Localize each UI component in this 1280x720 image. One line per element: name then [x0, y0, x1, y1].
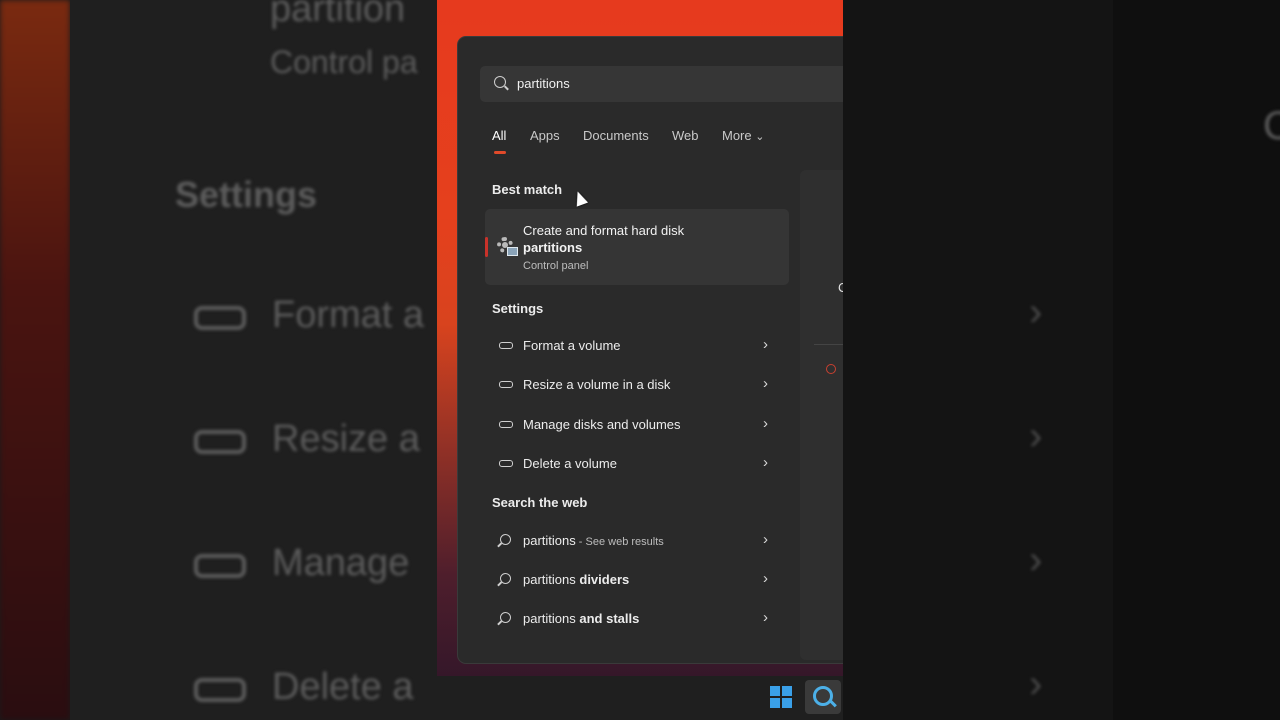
screen-capture: partitions All Apps Documents Web More ⌄…: [437, 0, 843, 720]
active-tab-indicator: [494, 151, 506, 154]
best-match-result[interactable]: Create and format hard disk partitions C…: [485, 209, 789, 285]
drive-icon: [499, 342, 513, 349]
settings-item-label: Resize a volume in a disk: [523, 377, 671, 392]
chevron-down-icon: ⌄: [755, 131, 765, 143]
search-web-heading: Search the web: [492, 495, 588, 510]
web-result-2[interactable]: partitions and stalls ›: [485, 601, 789, 637]
settings-item-resize[interactable]: Resize a volume in a disk ›: [485, 367, 789, 403]
disk-management-gear-icon: [497, 237, 518, 256]
blocked-icon: [826, 364, 836, 374]
settings-item-delete[interactable]: Delete a volume ›: [485, 446, 789, 482]
chevron-right-icon: ›: [763, 454, 768, 471]
wallpaper-edge: [0, 0, 70, 720]
settings-heading: Settings: [492, 301, 544, 316]
search-icon: [494, 76, 506, 88]
windows-start-icon[interactable]: [770, 686, 792, 708]
chevron-right-icon: ›: [763, 609, 768, 626]
blurred-chevron-icon: ›: [1029, 414, 1043, 458]
chevron-right-icon: ›: [763, 375, 768, 392]
settings-item-label: Format a volume: [523, 338, 621, 353]
blurred-chevron-icon: ›: [1029, 290, 1043, 334]
blurred-preview-panel: [843, 0, 1113, 720]
settings-item-label: Manage disks and volumes: [523, 417, 681, 432]
chevron-right-icon: ›: [763, 531, 768, 548]
search-flyout: partitions All Apps Documents Web More ⌄…: [458, 37, 843, 663]
blurred-item: Manage: [272, 542, 410, 584]
best-match-title: Create and format hard disk: [523, 223, 685, 238]
search-icon: [500, 573, 511, 584]
drive-icon: [499, 381, 513, 388]
background-left-blur: partition Control pa Settings Format a R…: [0, 0, 437, 720]
tab-all[interactable]: All: [492, 128, 506, 143]
background-right-blur: › › › › C: [843, 0, 1280, 720]
taskbar-search-button[interactable]: [805, 680, 841, 714]
tab-more[interactable]: More ⌄: [722, 128, 764, 143]
preview-divider: [814, 344, 843, 345]
tab-more-label: More: [722, 128, 752, 143]
settings-item-label: Delete a volume: [523, 456, 617, 471]
blurred-item: Delete a: [272, 666, 414, 708]
chevron-right-icon: ›: [763, 570, 768, 587]
search-icon: [500, 534, 511, 545]
blurred-chevron-icon: ›: [1029, 538, 1043, 582]
blurred-settings-panel: partition Control pa Settings Format a R…: [70, 0, 437, 720]
blurred-settings-heading: Settings: [175, 174, 318, 215]
web-result-label: partitions dividers: [523, 572, 630, 587]
web-result-0[interactable]: partitions - See web results ›: [485, 523, 789, 559]
blurred-top-title: partition: [270, 0, 406, 30]
preview-pane: C: [800, 170, 843, 660]
best-match-title-bold: partitions: [523, 240, 583, 255]
blurred-drive-icon: [194, 306, 246, 330]
preview-peek-text: C: [838, 280, 843, 295]
blurred-drive-icon: [194, 554, 246, 578]
blurred-peek: C: [1263, 104, 1280, 148]
search-icon: [500, 612, 511, 623]
search-input[interactable]: partitions: [517, 76, 570, 91]
tab-apps[interactable]: Apps: [530, 128, 560, 143]
search-box[interactable]: partitions: [480, 66, 843, 102]
settings-item-manage[interactable]: Manage disks and volumes ›: [485, 407, 789, 443]
blurred-top-sub: Control pa: [270, 44, 418, 80]
tab-documents[interactable]: Documents: [583, 128, 649, 143]
tab-web[interactable]: Web: [672, 128, 699, 143]
chevron-right-icon: ›: [763, 336, 768, 353]
best-match-subtitle: Control panel: [523, 260, 589, 272]
blurred-drive-icon: [194, 678, 246, 702]
chevron-right-icon: ›: [763, 415, 768, 432]
drive-icon: [499, 460, 513, 467]
settings-item-format[interactable]: Format a volume ›: [485, 328, 789, 364]
web-result-label: partitions - See web results: [523, 533, 664, 548]
drive-icon: [499, 421, 513, 428]
best-match-heading: Best match: [492, 182, 563, 197]
selection-accent: [485, 237, 488, 257]
web-result-label: partitions and stalls: [523, 611, 640, 626]
blurred-item: Resize a: [272, 418, 420, 460]
blurred-chevron-icon: ›: [1029, 662, 1043, 706]
blurred-drive-icon: [194, 430, 246, 454]
web-result-1[interactable]: partitions dividers ›: [485, 562, 789, 598]
blurred-item: Format a: [272, 294, 425, 336]
